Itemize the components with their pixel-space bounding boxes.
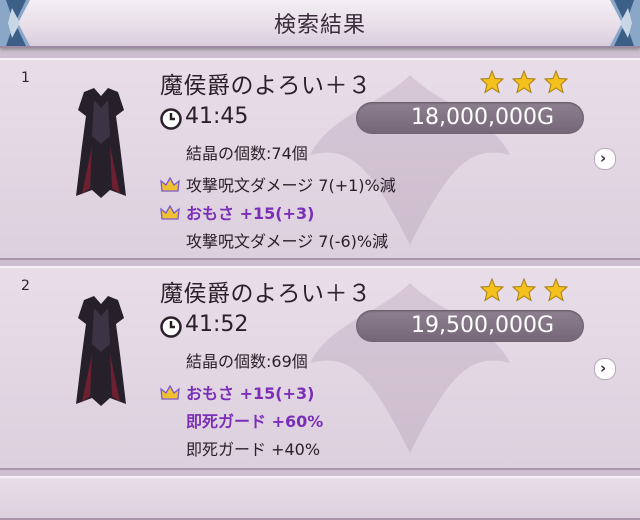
rating-stars xyxy=(480,278,571,306)
detail-arrow-button[interactable]: › xyxy=(594,358,616,380)
result-rank: 2 xyxy=(21,278,30,294)
result-card-1[interactable]: 1 魔侯爵のよろい＋３ 41:45 18,000,000G 結晶の個数:74個 … xyxy=(0,58,640,260)
header-bar: 検索結果 xyxy=(0,0,640,48)
star-icon xyxy=(512,70,537,94)
armor-icon xyxy=(76,296,126,406)
crystal-count: 結晶の個数:69個 xyxy=(186,352,308,371)
star-icon xyxy=(480,278,504,302)
star-icon xyxy=(480,70,504,94)
result-card-2[interactable]: 2 魔侯爵のよろい＋３ 41:52 19,500,000G 結晶の個数:69個 … xyxy=(0,266,640,470)
price-box: 18,000,000G xyxy=(356,102,584,134)
item-name: 魔侯爵のよろい＋３ xyxy=(160,73,372,99)
chevron-right-icon: › xyxy=(600,149,607,167)
page-title: 検索結果 xyxy=(273,13,366,38)
star-icon xyxy=(512,278,537,302)
crystal-count: 結晶の個数:74個 xyxy=(186,144,308,163)
effect-line-3: 攻撃呪文ダメージ 7(-6)%減 xyxy=(186,232,389,251)
corner-ornament-right-icon xyxy=(610,0,640,46)
effect-line-1: 攻撃呪文ダメージ 7(+1)%減 xyxy=(160,172,396,196)
detail-arrow-button[interactable]: › xyxy=(594,148,616,170)
result-rank: 1 xyxy=(21,70,30,86)
clock-icon xyxy=(160,316,182,338)
remaining-time: 41:52 xyxy=(185,312,249,337)
rating-stars xyxy=(480,70,571,98)
star-icon xyxy=(544,278,569,302)
crown-icon xyxy=(160,205,180,220)
crown-icon xyxy=(160,385,180,400)
price-box: 19,500,000G xyxy=(356,310,584,342)
chevron-right-icon: › xyxy=(600,359,607,377)
price-value: 19,500,000G xyxy=(410,313,554,338)
remaining-time: 41:45 xyxy=(185,104,249,129)
price-value: 18,000,000G xyxy=(410,105,554,130)
effect-line-3: 即死ガード +40% xyxy=(186,440,321,459)
effect-line-2: 即死ガード +60% xyxy=(186,412,324,431)
item-name: 魔侯爵のよろい＋３ xyxy=(160,281,372,307)
effect-line-1: おもさ +15(+3) xyxy=(160,380,314,404)
clock-icon xyxy=(160,108,182,130)
effect-line-2: おもさ +15(+3) xyxy=(160,200,314,224)
star-icon xyxy=(544,70,569,94)
crown-icon xyxy=(160,177,180,192)
result-card-partial[interactable] xyxy=(0,476,640,520)
armor-icon xyxy=(76,88,126,198)
